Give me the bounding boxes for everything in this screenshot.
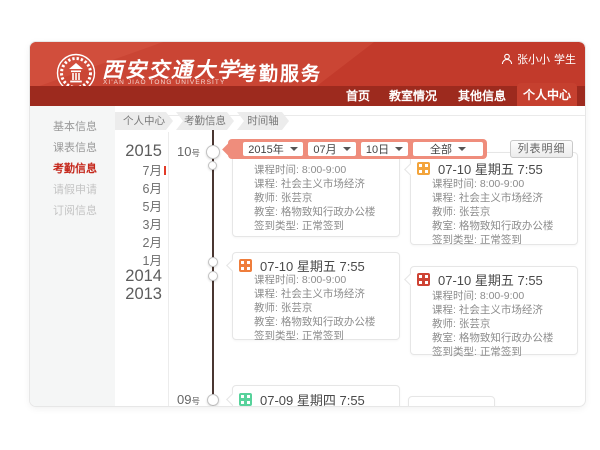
card-title: 07-09 星期四 7:55 (260, 390, 365, 406)
attendance-card: 07-10 星期五 7:55 课程时间: 8:00-9:00 课程: 社会主义市… (232, 252, 400, 340)
scale-year-2015[interactable]: 2015 (98, 142, 162, 161)
list-detail-button[interactable]: 列表明细 (510, 140, 573, 158)
timeline-axis (212, 130, 214, 406)
chevron-down-icon (395, 147, 403, 151)
card-pointer (404, 163, 417, 176)
attendance-card: 07-10 星期五 7:55 课程时间: 8:00-9:00 课程: 社会主义市… (410, 152, 578, 245)
attendance-card: 07-09 星期四 7:55 (232, 385, 400, 406)
scale-year-2014[interactable]: 2014 (98, 267, 162, 286)
card-header: 07-10 星期五 7:55 (417, 270, 573, 289)
attendance-card-partial (408, 396, 495, 406)
user-icon (501, 53, 513, 65)
card-title: 07-10 星期五 7:55 (438, 159, 543, 178)
card-fields: 课程时间: 8:00-9:00 课程: 社会主义市场经济 教师: 张芸京 教室:… (254, 163, 395, 233)
scale-month-may[interactable]: 5月 (98, 196, 162, 215)
current-month-marker (164, 166, 166, 175)
sidebar-item-leave-request[interactable]: 请假申请 (53, 181, 97, 195)
sidebar-item-subscription-info[interactable]: 订阅信息 (53, 202, 97, 216)
chevron-down-icon (343, 147, 351, 151)
card-header: 07-09 星期四 7:55 (239, 390, 395, 406)
calendar-icon (417, 273, 430, 286)
nav-item-home[interactable]: 首页 (337, 89, 379, 105)
chevron-down-icon (458, 147, 466, 151)
scale-month-mar[interactable]: 3月 (98, 214, 162, 233)
attendance-card: 07-10 星期五 7:55 课程时间: 8:00-9:00 课程: 社会主义市… (410, 266, 578, 355)
year-dropdown[interactable]: 2015年 (243, 142, 303, 156)
user-info[interactable]: 张小小 学生 (501, 51, 576, 67)
breadcrumb-timeline[interactable]: 时间轴 (237, 112, 289, 130)
sidebar-item-schedule-info[interactable]: 课表信息 (53, 139, 97, 153)
timeline-node-small (208, 271, 218, 281)
user-name: 张小小 (517, 51, 550, 67)
calendar-icon (239, 393, 252, 406)
card-fields: 课程时间: 8:00-9:00 课程: 社会主义市场经济 教师: 张芸京 教室:… (432, 177, 573, 247)
sidebar-item-basic-info[interactable]: 基本信息 (53, 118, 97, 132)
calendar-icon (239, 259, 252, 272)
nav-tab-personal-center[interactable]: 个人中心 (517, 83, 577, 106)
timeline-node-large (206, 145, 220, 159)
timeline-node-small (208, 161, 217, 170)
card-pointer (226, 259, 239, 272)
card-header: 07-10 星期五 7:55 (417, 159, 573, 178)
scale-divider (168, 132, 169, 406)
card-title: 07-10 星期五 7:55 (438, 270, 543, 289)
user-role: 学生 (554, 51, 576, 67)
card-pointer (404, 273, 417, 286)
timeline-node-small (208, 257, 218, 267)
attendance-card: 课程时间: 8:00-9:00 课程: 社会主义市场经济 教师: 张芸京 教室:… (232, 146, 400, 237)
card-pointer (226, 393, 239, 406)
day-marker-10: 10号 (177, 144, 200, 159)
timeline-scale: 2015 7月 6月 5月 3月 2月 1月 2014 2013 (98, 42, 162, 406)
app-window: 西安交通大学 XI'AN JIAO TONG UNIVERSITY 考勤服务 张… (30, 42, 585, 406)
service-title: 考勤服务 (238, 59, 322, 86)
scale-month-jul[interactable]: 7月 (98, 160, 162, 179)
calendar-icon (417, 162, 430, 175)
day-marker-09: 09号 (177, 392, 200, 406)
chevron-down-icon (290, 147, 298, 151)
scale-month-jun[interactable]: 6月 (98, 178, 162, 197)
card-fields: 课程时间: 8:00-9:00 课程: 社会主义市场经济 教师: 张芸京 教室:… (432, 289, 573, 359)
nav-item-classrooms[interactable]: 教室情况 (382, 89, 444, 105)
card-fields: 课程时间: 8:00-9:00 课程: 社会主义市场经济 教师: 张芸京 教室:… (254, 273, 395, 343)
nav-item-other-info[interactable]: 其他信息 (451, 89, 513, 105)
month-dropdown[interactable]: 07月 (308, 142, 356, 156)
breadcrumb-attendance-info[interactable]: 考勤信息 (176, 112, 234, 130)
timeline-node-small (207, 394, 219, 406)
day-dropdown[interactable]: 10日 (361, 142, 408, 156)
scale-year-2013[interactable]: 2013 (98, 285, 162, 304)
type-dropdown[interactable]: 全部 (413, 142, 483, 156)
sidebar-item-attendance-info[interactable]: 考勤信息 (53, 160, 97, 174)
scale-month-feb[interactable]: 2月 (98, 232, 162, 251)
